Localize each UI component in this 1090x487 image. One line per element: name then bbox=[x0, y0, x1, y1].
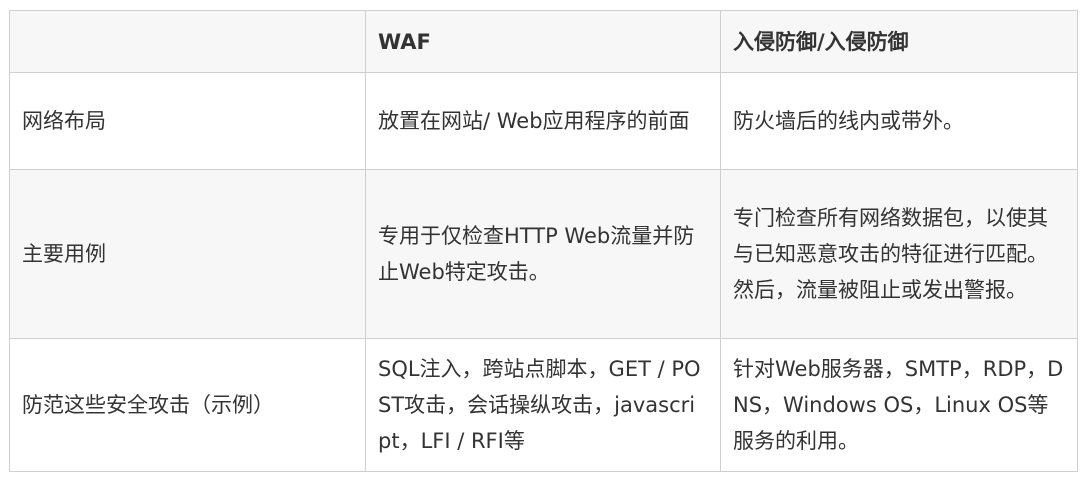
row-label: 网络布局 bbox=[9, 72, 366, 170]
table-row: 主要用例 专用于仅检查HTTP Web流量并防止Web特定攻击。 专门检查所有网… bbox=[9, 169, 1078, 339]
table-row: 防范这些安全攻击（示例） SQL注入，跨站点脚本，GET / POST攻击，会话… bbox=[9, 338, 1078, 472]
header-cell-empty bbox=[9, 10, 366, 73]
comparison-table: WAF 入侵防御/入侵防御 网络布局 放置在网站/ Web应用程序的前面 防火墙… bbox=[9, 10, 1078, 472]
header-cell-waf: WAF bbox=[365, 10, 721, 73]
ips-cell: 防火墙后的线内或带外。 bbox=[720, 72, 1078, 170]
ips-cell: 专门检查所有网络数据包，以使其与已知恶意攻击的特征进行匹配。然后，流量被阻止或发… bbox=[720, 169, 1078, 339]
waf-cell: 专用于仅检查HTTP Web流量并防止Web特定攻击。 bbox=[365, 169, 721, 339]
table-row: 网络布局 放置在网站/ Web应用程序的前面 防火墙后的线内或带外。 bbox=[9, 72, 1078, 170]
row-label: 防范这些安全攻击（示例） bbox=[9, 338, 366, 472]
waf-cell: 放置在网站/ Web应用程序的前面 bbox=[365, 72, 721, 170]
ips-cell: 针对Web服务器，SMTP，RDP，DNS，Windows OS，Linux O… bbox=[720, 338, 1078, 472]
waf-cell: SQL注入，跨站点脚本，GET / POST攻击，会话操纵攻击，javascri… bbox=[365, 338, 721, 472]
table-header-row: WAF 入侵防御/入侵防御 bbox=[9, 10, 1078, 73]
row-label: 主要用例 bbox=[9, 169, 366, 339]
header-cell-ips: 入侵防御/入侵防御 bbox=[720, 10, 1078, 73]
